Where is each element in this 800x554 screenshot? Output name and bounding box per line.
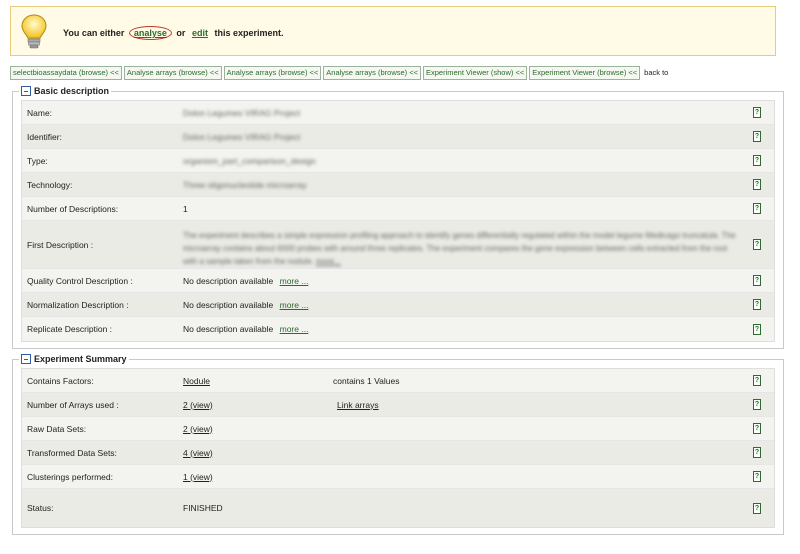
row-normalization: Normalization Description : No descripti… (22, 293, 774, 317)
row-raw-data-sets: Raw Data Sets: 2 (view) ? (22, 417, 774, 441)
quality-control-text: No description available (183, 275, 274, 286)
row-contains-factors: Contains Factors: Nodule contains 1 Valu… (22, 369, 774, 393)
basic-description-rows: Name: Dolon Legumes VIRAG Project ? Iden… (21, 100, 775, 342)
analyse-highlight: analyse (128, 26, 172, 40)
row-quality-control: Quality Control Description : No descrip… (22, 269, 774, 293)
name-label: Name: (27, 107, 53, 118)
tip-banner: You can either analyse or edit this expe… (10, 6, 776, 56)
first-description-label: First Description : (27, 239, 94, 250)
help-icon[interactable]: ? (753, 239, 761, 250)
normalization-more-link[interactable]: more ... (280, 300, 309, 310)
normalization-label: Normalization Description : (27, 299, 129, 310)
replicate-label: Replicate Description : (27, 324, 113, 334)
type-label: Type: (27, 155, 48, 166)
breadcrumb-item[interactable]: selectbioassaydata (browse) << (10, 66, 122, 80)
row-identifier: Identifier: Dolon Legumes VIRAG Project … (22, 125, 774, 149)
basic-description-panel: Basic description Name: Dolon Legumes VI… (12, 86, 784, 349)
experiment-summary-rows: Contains Factors: Nodule contains 1 Valu… (21, 368, 775, 528)
factor-link[interactable]: Nodule (183, 376, 210, 386)
clusterings-label: Clusterings performed: (27, 471, 113, 482)
help-icon[interactable]: ? (753, 323, 761, 335)
row-number-of-descriptions: Number of Descriptions: 1 ? (22, 197, 774, 221)
row-replicate: Replicate Description : No description a… (22, 317, 774, 341)
number-of-descriptions-value: 1 (183, 203, 188, 214)
replicate-text: No description available (183, 324, 274, 334)
help-icon[interactable]: ? (753, 203, 761, 214)
tip-suffix: this experiment. (214, 28, 284, 38)
factor-values-count: contains 1 Values (333, 375, 400, 386)
name-value: Dolon Legumes VIRAG Project (183, 107, 301, 118)
help-icon[interactable]: ? (753, 131, 761, 142)
collapse-icon[interactable] (21, 86, 31, 96)
quality-control-more-link[interactable]: more ... (280, 276, 309, 286)
help-icon[interactable]: ? (753, 447, 761, 458)
quality-control-value: No description available more ... (183, 276, 308, 286)
breadcrumb-item[interactable]: Analyse arrays (browse) << (223, 66, 322, 80)
help-icon[interactable]: ? (753, 155, 761, 166)
technology-label: Technology: (27, 179, 73, 190)
first-description-text: The experiment describes a simple expres… (183, 231, 736, 266)
row-first-description: First Description : The experiment descr… (22, 221, 774, 269)
help-icon[interactable]: ? (753, 179, 761, 190)
technology-value: Three oligonucleotide microarray (183, 179, 307, 190)
tip-or: or (176, 28, 186, 38)
status-value: FINISHED (183, 503, 223, 513)
transformed-data-sets-label: Transformed Data Sets: (27, 447, 117, 458)
experiment-summary-title: Experiment Summary (34, 354, 127, 364)
help-icon[interactable]: ? (753, 275, 761, 286)
row-name: Name: Dolon Legumes VIRAG Project ? (22, 101, 774, 125)
replicate-value: No description available more ... (183, 324, 308, 334)
number-of-arrays-label: Number of Arrays used : (27, 399, 119, 410)
raw-data-sets-view-link[interactable]: 2 (view) (183, 424, 213, 434)
link-arrays-link[interactable]: Link arrays (337, 400, 379, 410)
transformed-data-sets-view-link[interactable]: 4 (view) (183, 448, 213, 458)
row-clusterings: Clusterings performed: 1 (view) ? (22, 465, 774, 489)
help-icon[interactable]: ? (753, 107, 761, 118)
experiment-summary-panel: Experiment Summary Contains Factors: Nod… (12, 354, 784, 535)
help-icon[interactable]: ? (753, 399, 761, 410)
edit-link[interactable]: edit (192, 28, 208, 38)
row-type: Type: organism_part_comparison_design ? (22, 149, 774, 173)
tip-message: You can either analyse or edit this expe… (63, 26, 284, 40)
raw-data-sets-label: Raw Data Sets: (27, 423, 87, 434)
basic-description-title: Basic description (34, 86, 110, 96)
identifier-label: Identifier: (27, 131, 62, 142)
help-icon[interactable]: ? (753, 423, 761, 434)
help-icon[interactable]: ? (753, 375, 761, 386)
status-label: Status: (27, 503, 54, 513)
normalization-value: No description available more ... (183, 300, 308, 310)
collapse-icon[interactable] (21, 354, 31, 364)
type-value: organism_part_comparison_design (183, 155, 316, 166)
help-icon[interactable]: ? (753, 299, 761, 310)
row-number-of-arrays: Number of Arrays used : 2 (view) Link ar… (22, 393, 774, 417)
row-status: Status: FINISHED ? (22, 489, 774, 527)
lightbulb-icon (21, 14, 47, 49)
clusterings-view-link[interactable]: 1 (view) (183, 472, 213, 482)
number-of-descriptions-label: Number of Descriptions: (27, 203, 119, 214)
basic-description-legend: Basic description (19, 86, 111, 96)
quality-control-label: Quality Control Description : (27, 275, 133, 286)
row-transformed-data-sets: Transformed Data Sets: 4 (view) ? (22, 441, 774, 465)
breadcrumb-item[interactable]: Analyse arrays (browse) << (123, 66, 222, 80)
row-technology: Technology: Three oligonucleotide microa… (22, 173, 774, 197)
arrays-view-link[interactable]: 2 (view) (183, 400, 213, 410)
first-description-more-link[interactable]: more... (316, 257, 341, 266)
experiment-summary-legend: Experiment Summary (19, 354, 129, 364)
first-description-value: The experiment describes a simple expres… (183, 229, 743, 268)
normalization-text: No description available (183, 299, 274, 310)
analyse-link[interactable]: analyse (134, 28, 167, 38)
identifier-value: Dolon Legumes VIRAG Project (183, 131, 301, 142)
back-to-label: back to (644, 68, 669, 77)
breadcrumb-item[interactable]: Analyse arrays (browse) << (323, 66, 421, 80)
tip-prefix: You can either (63, 28, 125, 38)
breadcrumb-item[interactable]: Experiment Viewer (show) << (423, 66, 528, 80)
help-icon[interactable]: ? (753, 471, 761, 482)
contains-factors-label: Contains Factors: (27, 375, 94, 386)
breadcrumb: selectbioassaydata (browse) << Analyse ar… (10, 66, 670, 80)
replicate-more-link[interactable]: more ... (280, 324, 309, 334)
breadcrumb-item[interactable]: Experiment Viewer (browse) << (529, 66, 641, 80)
help-icon[interactable]: ? (753, 502, 761, 514)
